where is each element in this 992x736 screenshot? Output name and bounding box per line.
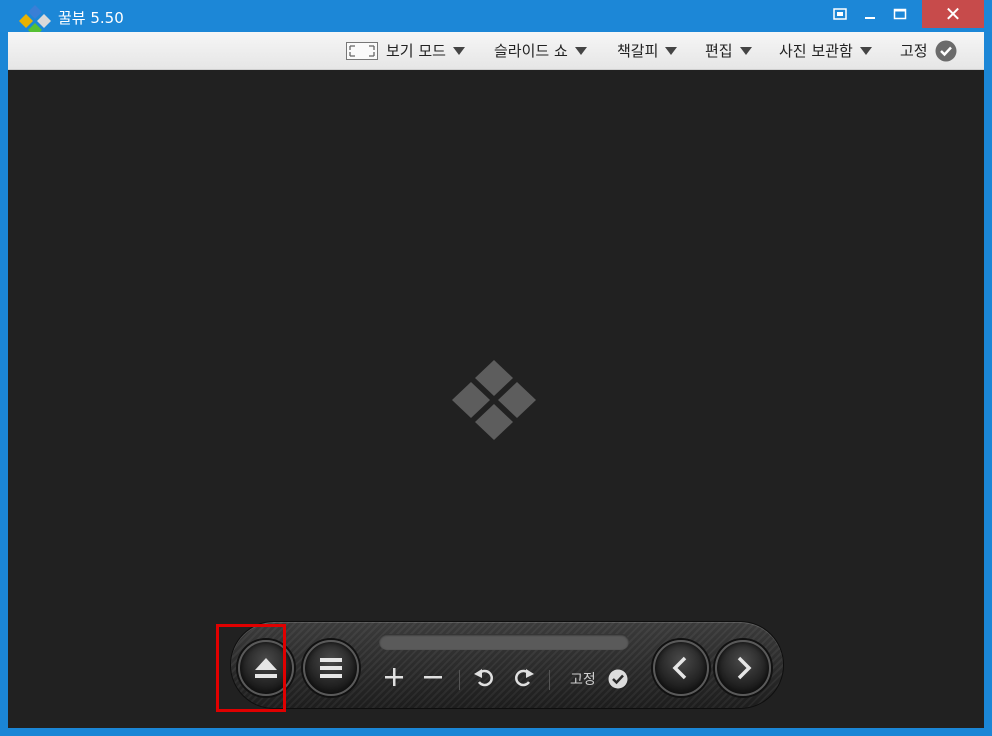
next-button[interactable] xyxy=(715,640,771,696)
maximize-icon xyxy=(893,8,907,20)
menu-edit[interactable]: 편집 xyxy=(705,32,752,69)
menu-edit-label: 편집 xyxy=(705,42,733,60)
rotate-left-icon xyxy=(474,669,493,687)
title-bar: 꿀뷰 5.50 ✕ xyxy=(0,0,992,37)
dropdown-arrow-icon xyxy=(665,46,678,55)
progress-bar[interactable] xyxy=(379,634,629,650)
rotate-right-icon xyxy=(515,669,534,687)
check-circle-icon xyxy=(935,40,957,61)
chevron-right-icon xyxy=(737,656,752,680)
dropdown-arrow-icon xyxy=(739,46,752,55)
zoom-out-button[interactable] xyxy=(420,664,446,690)
menu-bar: 보기 모드 슬라이드 쇼 책갈피 편집 사진 보관함 고정 xyxy=(8,32,984,70)
toolbar-check-circle-icon[interactable] xyxy=(608,669,628,689)
snap-icon xyxy=(833,8,847,20)
floating-toolbar: 고정 xyxy=(231,622,783,708)
rotate-right-button[interactable] xyxy=(511,664,537,690)
menu-button[interactable] xyxy=(303,640,359,696)
fullscreen-frame-icon xyxy=(346,41,378,60)
minimize-icon xyxy=(865,17,875,19)
toolbar-divider xyxy=(459,670,460,690)
menu-pin-label: 고정 xyxy=(900,42,928,60)
minus-icon xyxy=(424,676,442,679)
honeyview-logo-icon xyxy=(452,360,536,440)
menu-slideshow[interactable]: 슬라이드 쇼 xyxy=(494,32,587,69)
menu-bookmark[interactable]: 책갈피 xyxy=(617,32,678,69)
close-icon: ✕ xyxy=(944,2,962,26)
toolbar-divider xyxy=(549,670,550,690)
plus-icon xyxy=(385,668,403,686)
image-viewer-area[interactable]: 고정 xyxy=(8,70,984,728)
maximize-button[interactable] xyxy=(882,0,918,28)
zoom-in-button[interactable] xyxy=(381,664,407,690)
rotate-left-button[interactable] xyxy=(471,664,497,690)
menu-album-label: 사진 보관함 xyxy=(779,42,853,60)
highlight-box xyxy=(216,624,286,712)
close-button[interactable]: ✕ xyxy=(922,0,984,28)
menu-slideshow-label: 슬라이드 쇼 xyxy=(494,42,568,60)
menu-bookmark-label: 책갈피 xyxy=(617,42,659,60)
dropdown-arrow-icon xyxy=(859,46,872,55)
toolbar-pin-label[interactable]: 고정 xyxy=(570,669,596,689)
menu-album[interactable]: 사진 보관함 xyxy=(779,32,872,69)
menu-view-mode[interactable]: 보기 모드 xyxy=(346,32,465,69)
menu-pin[interactable]: 고정 xyxy=(900,32,957,69)
window-title: 꿀뷰 5.50 xyxy=(58,9,124,27)
hamburger-icon xyxy=(320,658,342,678)
chevron-left-icon xyxy=(672,656,687,680)
dropdown-arrow-icon xyxy=(574,46,587,55)
menu-view-mode-label: 보기 모드 xyxy=(386,42,446,60)
dropdown-arrow-icon xyxy=(452,46,465,55)
previous-button[interactable] xyxy=(653,640,709,696)
